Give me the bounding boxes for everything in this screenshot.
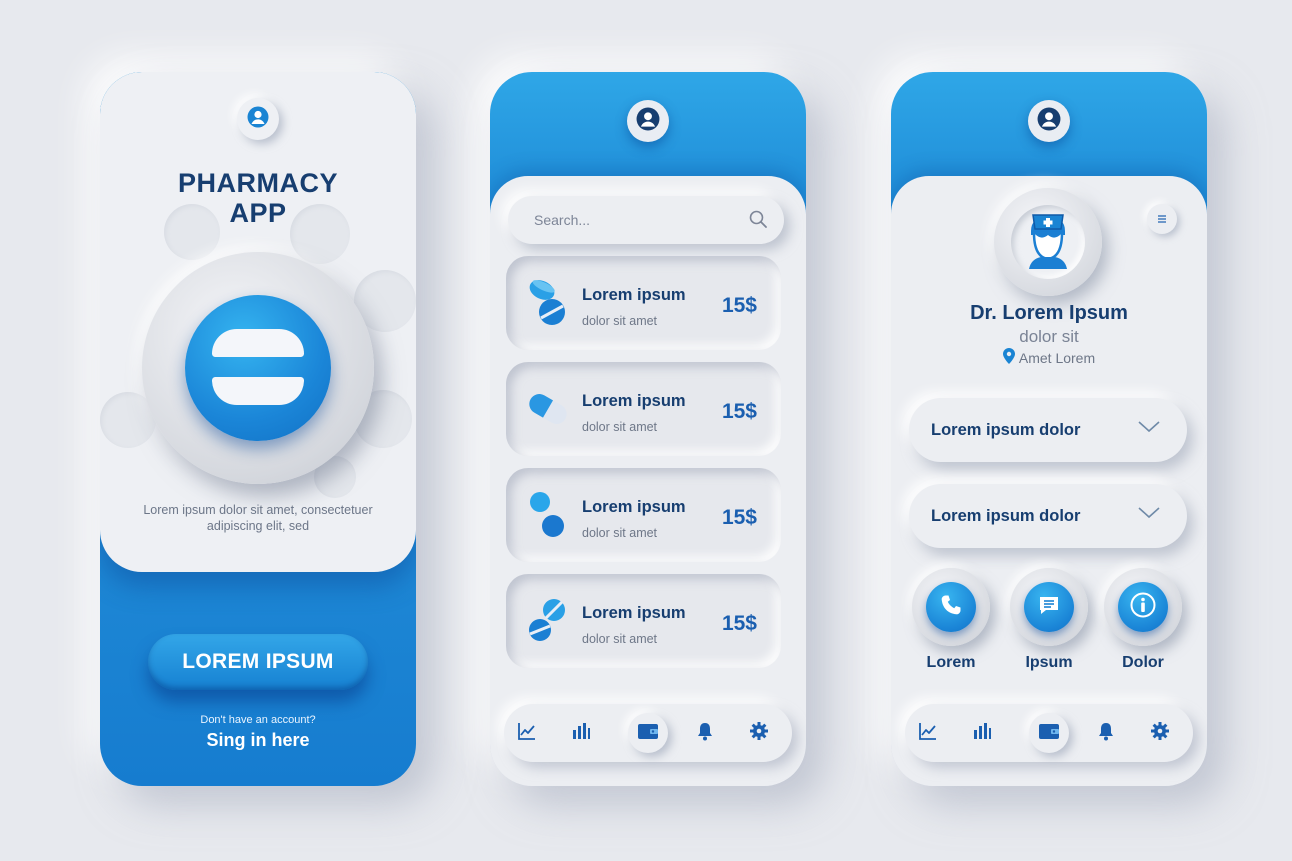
phone-products-screen: Lorem ipsum dolor sit amet 15$ Lorem ips… bbox=[490, 72, 806, 786]
product-price: 15$ bbox=[721, 400, 757, 423]
doctor-location-text: Amet Lorem bbox=[1018, 349, 1096, 366]
call-label: Lorem bbox=[926, 654, 976, 671]
line-chart-icon bbox=[918, 721, 938, 746]
chat-button-inner bbox=[1024, 582, 1074, 632]
pill-bottom-half bbox=[212, 377, 304, 405]
nav-line-chart[interactable] bbox=[507, 713, 547, 753]
dropdown-label: Lorem ipsum dolor bbox=[931, 421, 1081, 439]
capsule-icon bbox=[526, 382, 570, 436]
product-name: Lorem ipsum bbox=[582, 498, 686, 516]
profile-avatar[interactable] bbox=[1028, 100, 1070, 142]
doctor-avatar bbox=[994, 188, 1102, 296]
bottom-nav bbox=[905, 704, 1193, 762]
profile-avatar[interactable] bbox=[237, 98, 279, 140]
product-item[interactable]: Lorem ipsum dolor sit amet 15$ bbox=[506, 362, 781, 456]
sign-in-link[interactable]: Sing in here bbox=[100, 730, 416, 751]
location-pin-icon bbox=[1002, 348, 1015, 367]
search-input[interactable] bbox=[534, 208, 734, 232]
product-price: 15$ bbox=[721, 294, 757, 317]
pill-top-half bbox=[212, 329, 304, 357]
menu-icon bbox=[1157, 210, 1167, 228]
nurse-icon bbox=[1023, 211, 1073, 274]
dropdown-label: Lorem ipsum dolor bbox=[931, 507, 1081, 525]
user-icon bbox=[636, 107, 660, 136]
chevron-down-icon bbox=[1137, 506, 1161, 525]
app-title-line2: APP bbox=[229, 198, 287, 228]
product-description: dolor sit amet bbox=[582, 420, 658, 434]
product-item[interactable]: Lorem ipsum dolor sit amet 15$ bbox=[506, 468, 781, 562]
nav-settings[interactable] bbox=[1140, 713, 1180, 753]
nav-notifications[interactable] bbox=[1086, 713, 1126, 753]
doctor-sheet: Dr. Lorem Ipsum dolor sit Amet Lorem Lor… bbox=[891, 176, 1207, 786]
bell-icon bbox=[696, 721, 714, 746]
call-button[interactable] bbox=[912, 568, 990, 646]
bar-chart-icon bbox=[972, 721, 992, 746]
product-description: dolor sit amet bbox=[582, 632, 658, 646]
doctor-name: Dr. Lorem Ipsum bbox=[970, 302, 1128, 324]
nav-line-chart[interactable] bbox=[908, 713, 948, 753]
menu-button[interactable] bbox=[1147, 204, 1177, 234]
bottom-nav bbox=[504, 704, 792, 762]
info-icon bbox=[1130, 592, 1156, 623]
app-title: PHARMACY APP bbox=[100, 168, 416, 228]
search-icon[interactable] bbox=[748, 209, 768, 234]
phone-welcome-screen: PHARMACY APP Lorem ipsum dolor sit amet,… bbox=[100, 72, 416, 786]
product-price: 15$ bbox=[721, 612, 757, 635]
product-item[interactable]: Lorem ipsum dolor sit amet 15$ bbox=[506, 574, 781, 668]
user-icon bbox=[247, 106, 269, 133]
wallet-icon bbox=[637, 722, 659, 745]
welcome-card: PHARMACY APP Lorem ipsum dolor sit amet,… bbox=[100, 72, 416, 572]
product-name: Lorem ipsum bbox=[582, 604, 686, 622]
dropdown-2[interactable]: Lorem ipsum dolor bbox=[909, 484, 1187, 548]
wallet-icon bbox=[1038, 722, 1060, 745]
hero-pill-icon bbox=[185, 295, 331, 441]
product-description: dolor sit amet bbox=[582, 314, 658, 328]
line-chart-icon bbox=[517, 721, 537, 746]
signup-question: Don't have an account? bbox=[200, 714, 316, 726]
search-bar bbox=[508, 196, 784, 244]
chat-button[interactable] bbox=[1010, 568, 1088, 646]
phone-doctor-screen: Dr. Lorem Ipsum dolor sit Amet Lorem Lor… bbox=[891, 72, 1207, 786]
round-pills-icon bbox=[526, 488, 570, 542]
nav-wallet[interactable] bbox=[628, 713, 668, 753]
info-button-inner bbox=[1118, 582, 1168, 632]
background-pill-decoration bbox=[290, 204, 350, 264]
doctor-subtitle: dolor sit bbox=[1019, 327, 1079, 346]
gear-icon bbox=[749, 721, 769, 746]
user-icon bbox=[1037, 107, 1061, 136]
nav-wallet[interactable] bbox=[1029, 713, 1069, 753]
gear-icon bbox=[1150, 721, 1170, 746]
bell-icon bbox=[1097, 721, 1115, 746]
welcome-description: Lorem ipsum dolor sit amet, consectetuer… bbox=[143, 503, 373, 533]
hero-pill-ring bbox=[142, 252, 374, 484]
doctor-location: Amet Lorem bbox=[891, 348, 1207, 367]
dropdown-1[interactable]: Lorem ipsum dolor bbox=[909, 398, 1187, 462]
product-description: dolor sit amet bbox=[582, 526, 658, 540]
info-button[interactable] bbox=[1104, 568, 1182, 646]
doctor-avatar-inner bbox=[1011, 205, 1085, 279]
call-button-inner bbox=[926, 582, 976, 632]
info-label: Dolor bbox=[1122, 654, 1164, 671]
pill-pair-icon bbox=[526, 276, 570, 330]
tablets-icon bbox=[526, 594, 570, 648]
product-name: Lorem ipsum bbox=[582, 286, 686, 304]
products-sheet: Lorem ipsum dolor sit amet 15$ Lorem ips… bbox=[490, 176, 806, 786]
nav-notifications[interactable] bbox=[685, 713, 725, 753]
product-name: Lorem ipsum bbox=[582, 392, 686, 410]
nav-settings[interactable] bbox=[739, 713, 779, 753]
chat-icon bbox=[1037, 593, 1061, 622]
lorem-ipsum-button[interactable]: LOREM IPSUM bbox=[148, 634, 368, 690]
nav-bar-chart[interactable] bbox=[962, 713, 1002, 753]
nav-bar-chart[interactable] bbox=[561, 713, 601, 753]
phone-icon bbox=[939, 593, 963, 622]
bar-chart-icon bbox=[571, 721, 591, 746]
stage: PHARMACY APP Lorem ipsum dolor sit amet,… bbox=[0, 0, 1292, 861]
chat-label: Ipsum bbox=[1025, 654, 1073, 671]
product-price: 15$ bbox=[721, 506, 757, 529]
app-title-line1: PHARMACY bbox=[177, 168, 338, 198]
product-item[interactable]: Lorem ipsum dolor sit amet 15$ bbox=[506, 256, 781, 350]
profile-avatar[interactable] bbox=[627, 100, 669, 142]
background-pill-decoration bbox=[164, 204, 220, 260]
chevron-down-icon bbox=[1137, 420, 1161, 439]
